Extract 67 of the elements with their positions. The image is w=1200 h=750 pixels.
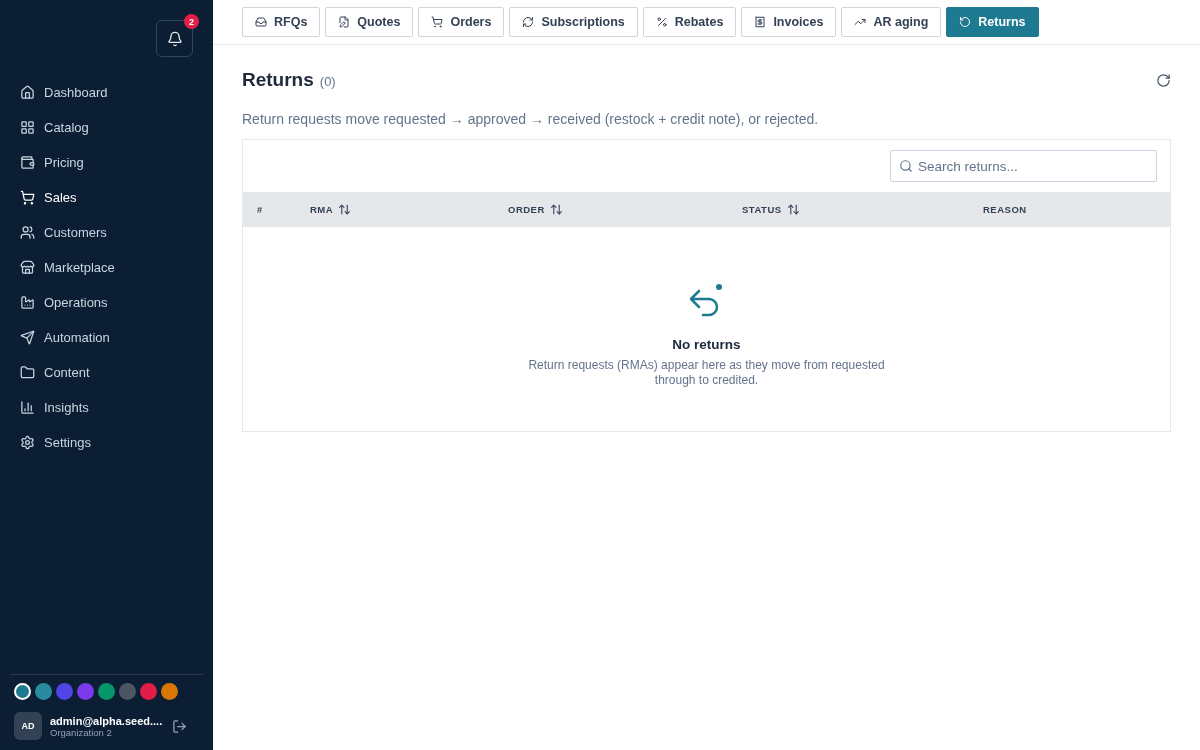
sidebar-item[interactable]: Marketplace (10, 254, 213, 280)
column-header: # (257, 204, 264, 215)
column-header: REASON (983, 204, 1028, 215)
count-label: (0) (319, 74, 337, 89)
refresh-icon (522, 16, 535, 28)
theme-swatch[interactable] (56, 683, 73, 700)
sort-icon (338, 203, 352, 216)
column-header[interactable]: ORDER (508, 203, 742, 216)
tab[interactable]: RFQs (242, 7, 321, 37)
organization-name: Organization 2 (50, 726, 112, 738)
logout-icon[interactable] (172, 718, 187, 734)
bell-icon (166, 30, 183, 47)
column-header[interactable]: STATUS (742, 203, 983, 216)
theme-swatch[interactable] (98, 683, 115, 700)
folder-icon (20, 364, 35, 380)
sort-icon (549, 203, 563, 216)
sidebar-item[interactable]: Settings (10, 429, 213, 455)
receipt-icon (754, 16, 767, 28)
user-avatar: AD (14, 712, 42, 740)
store-icon (20, 259, 35, 275)
notification-badge: 2 (184, 14, 199, 29)
sidebar-item[interactable]: Dashboard (10, 79, 213, 105)
settings-icon (20, 434, 35, 450)
column-header[interactable]: RMA (310, 203, 508, 216)
people-icon (20, 224, 35, 240)
theme-swatch[interactable] (119, 683, 136, 700)
theme-swatch[interactable] (14, 683, 31, 700)
user-email: admin@alpha.seed.... (50, 714, 164, 727)
theme-swatch[interactable] (140, 683, 157, 700)
search-field[interactable]: Search returns... (890, 150, 1157, 182)
sidebar-item[interactable]: Operations (10, 289, 213, 315)
send-icon (20, 329, 35, 345)
sidebar-item[interactable]: Insights (10, 394, 213, 420)
page-description: Return requests move requested → approved → received (restock + credit note), or rejected. (242, 111, 820, 127)
trend-icon (854, 16, 867, 28)
document-pen-icon (338, 16, 351, 28)
house-icon (20, 84, 35, 100)
sidebar-item[interactable]: Catalog (10, 114, 213, 140)
cart-icon (20, 189, 35, 205)
tab[interactable]: Subscriptions (509, 7, 638, 37)
sidebar-item[interactable]: Content (10, 359, 213, 385)
sort-icon (786, 203, 800, 216)
grid-icon (20, 119, 35, 135)
cart-icon (431, 16, 444, 28)
sidebar-item[interactable]: Customers (10, 219, 213, 245)
sidebar-item[interactable]: Sales (10, 184, 213, 210)
factory-icon (20, 294, 35, 310)
tab[interactable]: AR aging (841, 7, 942, 37)
tab[interactable]: Returns (946, 7, 1039, 37)
theme-swatch[interactable] (35, 683, 52, 700)
tab[interactable]: Quotes (325, 7, 414, 37)
empty-message: Return requests (RMAs) appear here as they move from requested through to credited. (527, 358, 886, 388)
empty-title: No returns (672, 337, 741, 352)
inbox-icon (255, 16, 267, 28)
sidebar-item[interactable]: Automation (10, 324, 213, 350)
page-title: Returns (242, 69, 314, 91)
sidebar-item[interactable]: Pricing (10, 149, 213, 175)
tab[interactable]: Orders (418, 7, 505, 37)
percent-icon (655, 16, 668, 28)
wallet-icon (20, 154, 35, 170)
refresh-button[interactable] (1156, 72, 1171, 88)
bar-chart-icon (20, 399, 35, 415)
theme-swatch[interactable] (77, 683, 94, 700)
undo-icon (959, 16, 972, 28)
tab[interactable]: Invoices (741, 7, 837, 37)
tab[interactable]: Rebates (642, 7, 737, 37)
theme-swatch[interactable] (161, 683, 178, 700)
